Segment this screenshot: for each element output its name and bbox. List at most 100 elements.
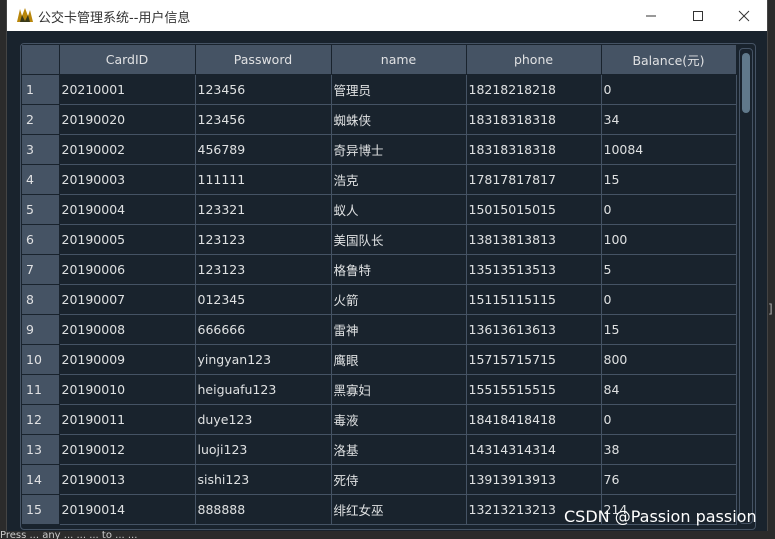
cell-balance[interactable]: 10084 — [601, 134, 737, 165]
minimize-button[interactable] — [628, 0, 674, 31]
cell-balance[interactable]: 0 — [601, 404, 737, 435]
user-table[interactable]: CardID Password name phone Balance(元) 12… — [22, 45, 737, 525]
cell-cardid[interactable]: 20190006 — [59, 254, 196, 285]
cell-password[interactable]: 123321 — [195, 194, 332, 225]
row-header[interactable]: 3 — [22, 134, 60, 165]
column-header-phone[interactable]: phone — [466, 45, 602, 75]
cell-balance[interactable]: 15 — [601, 164, 737, 195]
cell-phone[interactable]: 13613613613 — [466, 314, 602, 345]
cell-phone[interactable]: 13813813813 — [466, 224, 602, 255]
cell-balance[interactable]: 5 — [601, 254, 737, 285]
cell-balance[interactable]: 0 — [601, 194, 737, 225]
cell-name[interactable]: 毒液 — [331, 404, 467, 435]
cell-name[interactable]: 洛基 — [331, 434, 467, 465]
cell-password[interactable]: 666666 — [195, 314, 332, 345]
close-button[interactable] — [721, 0, 767, 31]
column-header-password[interactable]: Password — [195, 45, 332, 75]
cell-phone[interactable]: 14314314314 — [466, 434, 602, 465]
cell-cardid[interactable]: 20190005 — [59, 224, 196, 255]
cell-password[interactable]: yingyan123 — [195, 344, 332, 375]
cell-cardid[interactable]: 20190020 — [59, 104, 196, 135]
cell-balance[interactable]: 100 — [601, 224, 737, 255]
row-header[interactable]: 5 — [22, 194, 60, 225]
vertical-scrollbar[interactable] — [739, 48, 753, 524]
table-row[interactable]: 12 20190011 duye123 毒液 18418418418 0 — [22, 404, 737, 435]
cell-password[interactable]: 123123 — [195, 224, 332, 255]
cell-phone[interactable]: 15115115115 — [466, 284, 602, 315]
corner-button[interactable] — [22, 45, 60, 75]
row-header[interactable]: 9 — [22, 314, 60, 345]
cell-cardid[interactable]: 20190013 — [59, 464, 196, 495]
row-header[interactable]: 1 — [22, 74, 60, 105]
cell-cardid[interactable]: 20210001 — [59, 74, 196, 105]
row-header[interactable]: 4 — [22, 164, 60, 195]
title-bar[interactable]: 公交卡管理系统--用户信息 — [7, 0, 767, 31]
cell-password[interactable]: 456789 — [195, 134, 332, 165]
table-row[interactable]: 11 20190010 heiguafu123 黑寡妇 15515515515 84 — [22, 374, 737, 405]
cell-phone[interactable]: 15715715715 — [466, 344, 602, 375]
row-header[interactable]: 11 — [22, 374, 60, 405]
cell-password[interactable]: heiguafu123 — [195, 374, 332, 405]
cell-name[interactable]: 黑寡妇 — [331, 374, 467, 405]
table-row[interactable]: 2 20190020 123456 蜘蛛侠 18318318318 34 — [22, 104, 737, 135]
table-row[interactable]: 14 20190013 sishi123 死侍 13913913913 76 — [22, 464, 737, 495]
cell-phone[interactable]: 15015015015 — [466, 194, 602, 225]
table-row[interactable]: 1 20210001 123456 管理员 18218218218 0 — [22, 74, 737, 105]
cell-phone[interactable]: 18418418418 — [466, 404, 602, 435]
cell-phone[interactable]: 15515515515 — [466, 374, 602, 405]
row-header[interactable]: 2 — [22, 104, 60, 135]
column-header-balance[interactable]: Balance(元) — [601, 45, 737, 75]
table-row[interactable]: 8 20190007 012345 火箭 15115115115 0 — [22, 284, 737, 315]
cell-name[interactable]: 火箭 — [331, 284, 467, 315]
cell-balance[interactable]: 0 — [601, 284, 737, 315]
row-header[interactable]: 15 — [22, 494, 60, 525]
row-header[interactable]: 13 — [22, 434, 60, 465]
cell-cardid[interactable]: 20190010 — [59, 374, 196, 405]
row-header[interactable]: 10 — [22, 344, 60, 375]
cell-password[interactable]: luoji123 — [195, 434, 332, 465]
cell-name[interactable]: 奇异博士 — [331, 134, 467, 165]
cell-cardid[interactable]: 20190003 — [59, 164, 196, 195]
cell-password[interactable]: sishi123 — [195, 464, 332, 495]
cell-balance[interactable]: 34 — [601, 104, 737, 135]
cell-cardid[interactable]: 20190014 — [59, 494, 196, 525]
row-header[interactable]: 7 — [22, 254, 60, 285]
cell-name[interactable]: 管理员 — [331, 74, 467, 105]
cell-phone[interactable]: 18318318318 — [466, 134, 602, 165]
row-header[interactable]: 14 — [22, 464, 60, 495]
cell-balance[interactable]: 0 — [601, 74, 737, 105]
table-row[interactable]: 4 20190003 111111 浩克 17817817817 15 — [22, 164, 737, 195]
cell-password[interactable]: 888888 — [195, 494, 332, 525]
cell-balance[interactable]: 15 — [601, 314, 737, 345]
cell-phone[interactable]: 18218218218 — [466, 74, 602, 105]
cell-phone[interactable]: 17817817817 — [466, 164, 602, 195]
column-header-cardid[interactable]: CardID — [59, 45, 196, 75]
cell-name[interactable]: 绯红女巫 — [331, 494, 467, 525]
cell-phone[interactable]: 18318318318 — [466, 104, 602, 135]
cell-cardid[interactable]: 20190012 — [59, 434, 196, 465]
cell-name[interactable]: 鹰眼 — [331, 344, 467, 375]
cell-name[interactable]: 浩克 — [331, 164, 467, 195]
cell-name[interactable]: 死侍 — [331, 464, 467, 495]
scrollbar-handle[interactable] — [742, 53, 750, 113]
cell-name[interactable]: 蜘蛛侠 — [331, 104, 467, 135]
cell-balance[interactable]: 38 — [601, 434, 737, 465]
cell-phone[interactable]: 13913913913 — [466, 464, 602, 495]
table-row[interactable]: 10 20190009 yingyan123 鹰眼 15715715715 800 — [22, 344, 737, 375]
column-header-name[interactable]: name — [331, 45, 467, 75]
cell-cardid[interactable]: 20190007 — [59, 284, 196, 315]
row-header[interactable]: 6 — [22, 224, 60, 255]
cell-password[interactable]: 012345 — [195, 284, 332, 315]
cell-password[interactable]: 123123 — [195, 254, 332, 285]
cell-cardid[interactable]: 20190011 — [59, 404, 196, 435]
cell-cardid[interactable]: 20190004 — [59, 194, 196, 225]
cell-name[interactable]: 格鲁特 — [331, 254, 467, 285]
table-row[interactable]: 13 20190012 luoji123 洛基 14314314314 38 — [22, 434, 737, 465]
cell-cardid[interactable]: 20190002 — [59, 134, 196, 165]
cell-password[interactable]: 111111 — [195, 164, 332, 195]
row-header[interactable]: 12 — [22, 404, 60, 435]
cell-password[interactable]: 123456 — [195, 104, 332, 135]
cell-cardid[interactable]: 20190008 — [59, 314, 196, 345]
cell-name[interactable]: 雷神 — [331, 314, 467, 345]
cell-phone[interactable]: 13513513513 — [466, 254, 602, 285]
